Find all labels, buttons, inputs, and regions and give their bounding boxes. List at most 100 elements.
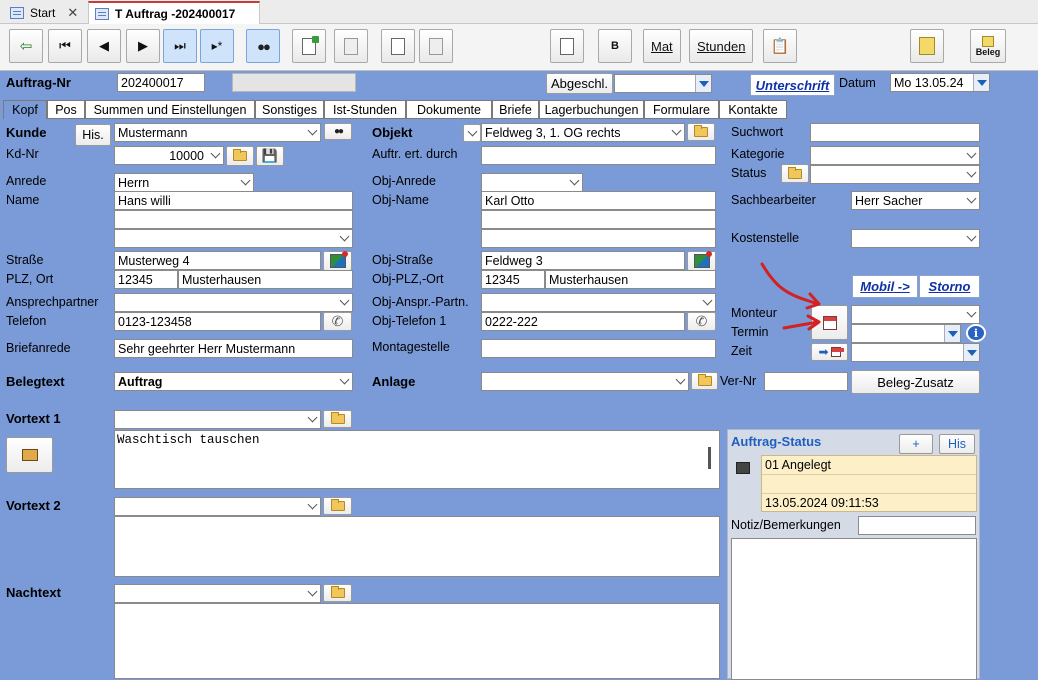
anlage-select[interactable] (481, 372, 689, 391)
chevron-down-icon[interactable] (963, 230, 979, 247)
tab-lagerbuchungen[interactable]: Lagerbuchungen (539, 100, 644, 119)
objekt-dropdown-button[interactable] (463, 124, 481, 142)
kunde-select[interactable]: Mustermann (114, 123, 321, 142)
telefon-field[interactable]: 0123-123458 (114, 312, 321, 331)
tab-briefe[interactable]: Briefe (492, 100, 539, 119)
tab-kontakte[interactable]: Kontakte (719, 100, 787, 119)
tab-ist-stunden[interactable]: Ist-Stunden (324, 100, 406, 119)
archive-button[interactable] (419, 29, 453, 63)
chevron-down-icon[interactable] (973, 74, 989, 91)
beleg-zusatz-button[interactable]: Beleg-Zusatz (851, 370, 980, 394)
obj-strasse-field[interactable]: Feldweg 3 (481, 251, 685, 270)
chevron-down-icon[interactable] (699, 294, 715, 311)
tab-summen[interactable]: Summen und Einstellungen (85, 100, 255, 119)
ort-field[interactable]: Musterhausen (178, 270, 353, 289)
notiz-body[interactable] (731, 538, 977, 680)
ansprechpartner-select[interactable] (114, 293, 353, 312)
mobil-button[interactable]: Mobil -> (852, 275, 918, 298)
name-field[interactable]: Hans willi (114, 191, 353, 210)
beleg-b-button[interactable]: B (598, 29, 632, 63)
obj-anrede-select[interactable] (481, 173, 583, 192)
strasse-field[interactable]: Musterweg 4 (114, 251, 321, 270)
obj-plz-field[interactable]: 12345 (481, 270, 545, 289)
objekt-folder-button[interactable] (687, 123, 715, 141)
suchwort-field[interactable] (810, 123, 980, 142)
plz-field[interactable]: 12345 (114, 270, 178, 289)
notes-button[interactable] (910, 29, 944, 63)
obj-call-button[interactable]: ✆ (687, 312, 716, 331)
termin-field[interactable] (851, 324, 961, 343)
nachtext-folder-button[interactable] (323, 584, 352, 602)
chevron-down-icon[interactable] (566, 174, 582, 191)
last-record-button[interactable]: ⏭ (163, 29, 197, 63)
chevron-down-icon[interactable] (963, 192, 979, 209)
chevron-down-icon[interactable] (695, 75, 711, 92)
stunden-button[interactable]: Stunden (689, 29, 754, 63)
obj-name-field[interactable]: Karl Otto (481, 191, 716, 210)
obj-ort-field[interactable]: Musterhausen (545, 270, 716, 289)
kostenstelle-select[interactable] (851, 229, 980, 248)
next-record-button[interactable]: ▶ (126, 29, 160, 63)
vortext1-select[interactable] (114, 410, 321, 429)
chevron-down-icon[interactable] (304, 585, 320, 602)
abgeschlossen-button[interactable]: Abgeschl. (546, 73, 613, 94)
search-button[interactable]: ●● (246, 29, 280, 63)
belegtext-select[interactable]: Auftrag (114, 372, 353, 391)
chevron-down-icon[interactable] (336, 230, 352, 247)
monteur-planner-button[interactable] (811, 305, 848, 340)
chevron-down-icon[interactable] (304, 498, 320, 515)
vortext1-folder-button[interactable] (323, 410, 352, 428)
tab-sonstiges[interactable]: Sonstiges (255, 100, 324, 119)
vernr-field[interactable] (764, 372, 848, 391)
name3-select[interactable] (114, 229, 353, 248)
notiz-extra-field[interactable] (858, 516, 976, 535)
tab-pos[interactable]: Pos (47, 100, 85, 119)
vortext2-folder-button[interactable] (323, 497, 352, 515)
chevron-down-icon[interactable] (963, 344, 979, 361)
monteur-select[interactable] (851, 305, 980, 324)
call-button[interactable]: ✆ (323, 312, 352, 331)
edit-button[interactable] (550, 29, 584, 63)
chevron-down-icon[interactable] (672, 373, 688, 390)
chevron-down-icon[interactable] (336, 373, 352, 390)
tab-kopf[interactable]: Kopf (3, 100, 47, 119)
doc-tab-start[interactable]: Start ✕ (4, 1, 84, 24)
status-select[interactable] (614, 74, 712, 93)
unterschrift-button[interactable]: Unterschrift (750, 74, 835, 96)
kdnr-folder-button[interactable] (226, 146, 254, 166)
beleg-button[interactable]: Beleg (970, 29, 1006, 63)
tab-dokumente[interactable]: Dokumente (406, 100, 492, 119)
nachtext-body[interactable] (114, 603, 720, 679)
chevron-down-icon[interactable] (668, 124, 684, 141)
new-record-button[interactable]: ▸* (200, 29, 234, 63)
duplicate-button[interactable] (334, 29, 368, 63)
nachtext-select[interactable] (114, 584, 321, 603)
preview-button[interactable] (381, 29, 415, 63)
chevron-down-icon[interactable] (963, 306, 979, 323)
auftr-field[interactable] (481, 146, 716, 165)
storno-button[interactable]: Storno (919, 275, 980, 298)
chevron-down-icon[interactable] (237, 174, 253, 191)
status-history-button[interactable]: His (939, 434, 975, 454)
kategorie-select[interactable] (810, 146, 980, 165)
briefanrede-field[interactable]: Sehr geehrter Herr Mustermann (114, 339, 353, 358)
auftrag-nr-field[interactable]: 202400017 (117, 73, 205, 92)
zeit-button[interactable]: ➡ (811, 343, 848, 361)
exit-button[interactable]: ⇦ (9, 29, 43, 63)
obj-telefon-field[interactable]: 0222-222 (481, 312, 685, 331)
chevron-down-icon[interactable] (207, 147, 223, 164)
vortext1-body[interactable]: Waschtisch tauschen (114, 430, 720, 489)
chevron-down-icon[interactable] (963, 166, 979, 183)
kunde-search-button[interactable]: ●● (324, 123, 352, 140)
status-folder-button[interactable] (781, 164, 809, 183)
checklist-button[interactable]: 📋 (763, 29, 797, 63)
anlage-folder-button[interactable] (691, 372, 718, 390)
chevron-down-icon[interactable] (336, 294, 352, 311)
tab-formulare[interactable]: Formulare (644, 100, 719, 119)
doc-tab-auftrag[interactable]: T Auftrag -202400017 (88, 1, 260, 24)
chevron-down-icon[interactable] (944, 325, 960, 342)
status-select-right[interactable] (810, 165, 980, 184)
montagestelle-field[interactable] (481, 339, 716, 358)
kunde-history-button[interactable]: His. (75, 124, 111, 146)
name2-field[interactable] (114, 210, 353, 229)
